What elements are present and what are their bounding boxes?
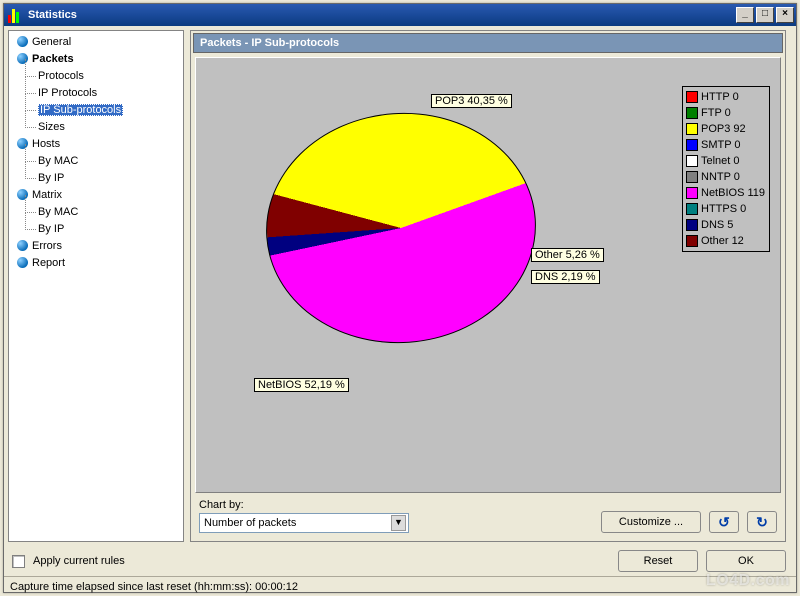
swatch-icon (686, 203, 698, 215)
watermark: LO4D.com (706, 572, 790, 590)
swatch-icon (686, 139, 698, 151)
tree-item-general[interactable]: General (11, 33, 181, 50)
swatch-icon (686, 187, 698, 199)
maximize-button[interactable]: □ (756, 7, 774, 23)
rotate-right-button[interactable]: ↻ (747, 511, 777, 533)
apply-rules-label: Apply current rules (33, 555, 125, 567)
chartby-label: Chart by: (199, 499, 409, 511)
content-panel: Packets - IP Sub-protocols POP3 40,35 % … (190, 30, 786, 542)
legend-item: Other 12 (686, 233, 765, 249)
legend-item: HTTPS 0 (686, 201, 765, 217)
status-bar: Capture time elapsed since last reset (h… (4, 576, 796, 596)
swatch-icon (686, 107, 698, 119)
tree-item-hosts[interactable]: Hosts (11, 135, 181, 152)
chartby-select[interactable]: Number of packets ▼ (199, 513, 409, 533)
slice-label-pop3: POP3 40,35 % (431, 94, 512, 108)
close-button[interactable]: × (776, 7, 794, 23)
swatch-icon (686, 91, 698, 103)
statistics-window: Statistics _ □ × General Packets Protoco… (3, 3, 797, 593)
legend-item: Telnet 0 (686, 153, 765, 169)
legend-item: POP3 92 (686, 121, 765, 137)
swatch-icon (686, 123, 698, 135)
swatch-icon (686, 155, 698, 167)
tree-item-report[interactable]: Report (11, 254, 181, 271)
swatch-icon (686, 219, 698, 231)
app-icon (8, 7, 24, 23)
rotate-left-button[interactable]: ↺ (709, 511, 739, 533)
window-title: Statistics (28, 9, 736, 21)
bullet-icon (17, 240, 28, 251)
tree-item-errors[interactable]: Errors (11, 237, 181, 254)
swatch-icon (686, 235, 698, 247)
tree-item-matrix-by-ip[interactable]: By IP (11, 220, 181, 237)
bullet-icon (17, 36, 28, 47)
chart-canvas: POP3 40,35 % Other 5,26 % DNS 2,19 % Net… (195, 57, 781, 493)
pie-chart (286, 93, 546, 373)
ok-button[interactable]: OK (706, 550, 786, 572)
slice-label-other: Other 5,26 % (531, 248, 604, 262)
legend-item: HTTP 0 (686, 89, 765, 105)
reset-button[interactable]: Reset (618, 550, 698, 572)
tree-item-matrix-by-mac[interactable]: By MAC (11, 203, 181, 220)
tree-item-sizes[interactable]: Sizes (11, 118, 181, 135)
tree-item-packets[interactable]: Packets (11, 50, 181, 67)
legend-item: NetBIOS 119 (686, 185, 765, 201)
tree-item-hosts-by-mac[interactable]: By MAC (11, 152, 181, 169)
tree-item-ip-protocols[interactable]: IP Protocols (11, 84, 181, 101)
slice-label-netbios: NetBIOS 52,19 % (254, 378, 349, 392)
bullet-icon (17, 257, 28, 268)
navigation-tree[interactable]: General Packets Protocols IP Protocols I… (8, 30, 184, 542)
tree-item-protocols[interactable]: Protocols (11, 67, 181, 84)
legend-item: SMTP 0 (686, 137, 765, 153)
legend-item: NNTP 0 (686, 169, 765, 185)
swatch-icon (686, 171, 698, 183)
customize-button[interactable]: Customize ... (601, 511, 701, 533)
slice-label-dns: DNS 2,19 % (531, 270, 600, 284)
tree-item-matrix[interactable]: Matrix (11, 186, 181, 203)
legend-item: FTP 0 (686, 105, 765, 121)
legend-item: DNS 5 (686, 217, 765, 233)
chart-legend: HTTP 0 FTP 0 POP3 92 SMTP 0 Telnet 0 NNT… (682, 86, 770, 252)
minimize-button[interactable]: _ (736, 7, 754, 23)
apply-rules-checkbox[interactable] (12, 555, 25, 568)
dropdown-arrow-icon[interactable]: ▼ (391, 515, 406, 531)
chartby-value: Number of packets (204, 517, 296, 529)
tree-item-hosts-by-ip[interactable]: By IP (11, 169, 181, 186)
titlebar[interactable]: Statistics _ □ × (4, 4, 796, 26)
panel-title: Packets - IP Sub-protocols (193, 33, 783, 53)
tree-item-ip-sub-protocols[interactable]: IP Sub-protocols (11, 101, 181, 118)
